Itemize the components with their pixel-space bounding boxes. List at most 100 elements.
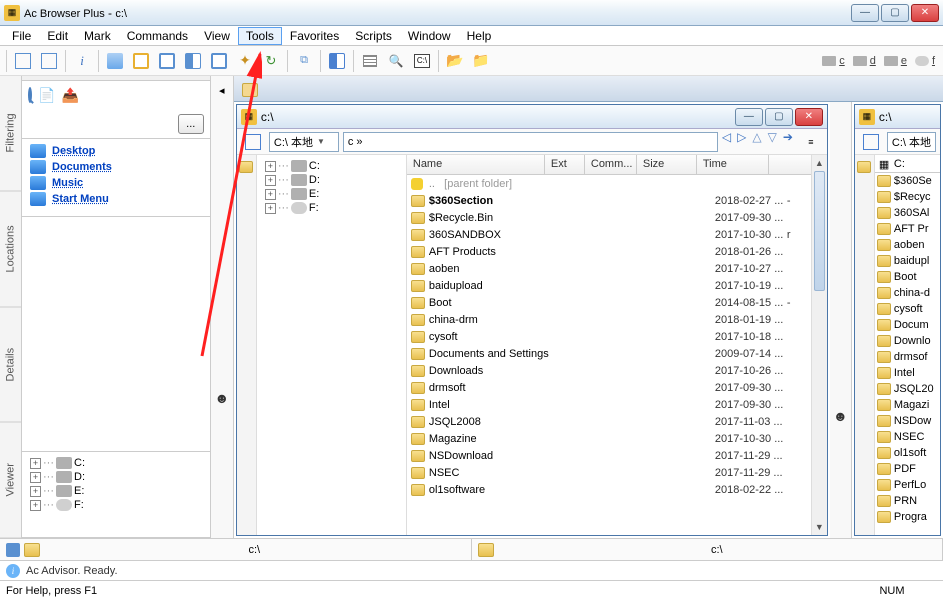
tool-info-icon[interactable]: i xyxy=(70,49,94,73)
file-row[interactable]: baidupload2017-10-19 ... xyxy=(407,277,811,294)
file-row[interactable]: Documents and Settings2009-07-14 ... xyxy=(407,345,811,362)
tool-layout-3[interactable] xyxy=(155,49,179,73)
menu-commands[interactable]: Commands xyxy=(119,27,196,45)
tool-split-icon[interactable]: ⧉ xyxy=(292,49,316,73)
gutter-right-face-icon[interactable]: ☻ xyxy=(830,406,850,426)
menu-mark[interactable]: Mark xyxy=(76,27,119,45)
file-row[interactable]: PerfLo xyxy=(875,477,940,493)
gutter-collapse-icon[interactable]: ◂ xyxy=(212,80,232,100)
gutter-face-icon[interactable]: ☻ xyxy=(212,388,232,408)
file-row[interactable]: $360Section2018-02-27 ...- xyxy=(407,192,811,209)
file-row[interactable]: china-drm2018-01-19 ... xyxy=(407,311,811,328)
expand-icon[interactable]: + xyxy=(30,500,41,511)
file-row[interactable]: Boot xyxy=(875,269,940,285)
expand-icon[interactable]: + xyxy=(265,161,276,172)
tool-wand-icon[interactable]: ✦ xyxy=(233,49,257,73)
file-row[interactable]: Magazine2017-10-30 ... xyxy=(407,430,811,447)
tool-inspect-icon[interactable]: 🔍 xyxy=(384,49,408,73)
path-combo[interactable]: c » xyxy=(343,132,718,152)
child-minimize-button[interactable]: — xyxy=(735,108,763,126)
menu-favorites[interactable]: Favorites xyxy=(282,27,347,45)
tree-drive-e[interactable]: +···E: xyxy=(26,484,206,498)
refresh-icon[interactable]: 📄 xyxy=(38,87,55,104)
drive-chip-e[interactable]: e xyxy=(884,55,907,67)
tree-drive-f[interactable]: +···F: xyxy=(261,201,402,215)
col-size[interactable]: Size xyxy=(637,155,697,174)
file-row[interactable]: AFT Products2018-01-26 ... xyxy=(407,243,811,260)
file-row[interactable]: drmsof xyxy=(875,349,940,365)
file-row[interactable]: PDF xyxy=(875,461,940,477)
view-mode-icon[interactable] xyxy=(241,130,265,154)
nav-up-icon[interactable]: △ xyxy=(752,130,761,154)
menu-help[interactable]: Help xyxy=(459,27,500,45)
side-tab-details[interactable]: Details xyxy=(0,307,21,423)
tool-layout-5[interactable] xyxy=(207,49,231,73)
file-row[interactable]: ol1software2018-02-22 ... xyxy=(407,481,811,498)
tool-folder-gear-icon[interactable]: 📁 xyxy=(469,49,493,73)
file-row[interactable]: $Recyc xyxy=(875,189,940,205)
location-documents[interactable]: Documents xyxy=(26,159,206,175)
tool-panels-icon[interactable] xyxy=(325,49,349,73)
view-mode-icon-right[interactable] xyxy=(859,130,883,154)
nav-go-icon[interactable]: ➔ xyxy=(783,130,793,154)
export-icon[interactable]: 📤 xyxy=(61,87,78,104)
expand-icon[interactable]: + xyxy=(30,472,41,483)
tree-drive-f[interactable]: +···F: xyxy=(26,498,206,512)
file-row[interactable]: NSEC2017-11-29 ... xyxy=(407,464,811,481)
tree-drive-c[interactable]: +···C: xyxy=(26,456,206,470)
side-tab-filtering[interactable]: Filtering xyxy=(0,76,21,192)
scrollbar-vertical[interactable]: ▲ ▼ xyxy=(811,155,827,535)
tree-drive-e[interactable]: +···E: xyxy=(261,187,402,201)
location-desktop[interactable]: Desktop xyxy=(26,143,206,159)
col-comm[interactable]: Comm... xyxy=(585,155,637,174)
file-row[interactable]: Boot2014-08-15 ...- xyxy=(407,294,811,311)
scroll-down-icon[interactable]: ▼ xyxy=(812,519,827,535)
file-row[interactable]: cysoft2017-10-18 ... xyxy=(407,328,811,345)
col-time[interactable]: Time xyxy=(697,155,769,174)
file-row[interactable]: cysoft xyxy=(875,301,940,317)
file-row[interactable]: JSQL20082017-11-03 ... xyxy=(407,413,811,430)
file-row[interactable]: NSEC xyxy=(875,429,940,445)
tool-layout-4[interactable] xyxy=(181,49,205,73)
tree-drive-d[interactable]: +···D: xyxy=(261,173,402,187)
expand-icon[interactable]: + xyxy=(265,189,276,200)
drive-chip-c[interactable]: c xyxy=(822,55,845,67)
file-row[interactable]: JSQL20 xyxy=(875,381,940,397)
tool-grid-2[interactable] xyxy=(37,49,61,73)
maximize-button[interactable]: ▢ xyxy=(881,4,909,22)
tool-layout-2[interactable] xyxy=(129,49,153,73)
drive-chip-f[interactable]: f xyxy=(915,55,935,67)
file-row[interactable]: 360SAl xyxy=(875,205,940,221)
expand-icon[interactable]: + xyxy=(265,175,276,186)
nav-down-icon[interactable]: ▽ xyxy=(768,130,777,154)
drive-chip-d[interactable]: d xyxy=(853,55,876,67)
folder-strip-icon-right[interactable] xyxy=(857,161,871,173)
tool-list-icon[interactable] xyxy=(358,49,382,73)
scroll-thumb[interactable] xyxy=(814,171,825,291)
expand-icon[interactable]: + xyxy=(30,458,41,469)
search-icon[interactable] xyxy=(28,89,32,101)
menu-tools[interactable]: Tools xyxy=(238,27,282,45)
file-row[interactable]: Docum xyxy=(875,317,940,333)
file-row[interactable]: ol1soft xyxy=(875,445,940,461)
location-start-menu[interactable]: Start Menu xyxy=(26,191,206,207)
file-row[interactable]: Progra xyxy=(875,509,940,525)
file-row[interactable]: NSDownload2017-11-29 ... xyxy=(407,447,811,464)
tool-folder-open-icon[interactable]: 📂 xyxy=(443,49,467,73)
side-tab-locations[interactable]: Locations xyxy=(0,192,21,308)
tab-folder-icon[interactable] xyxy=(242,83,258,97)
drive-combo[interactable]: C:\ 本地▼ xyxy=(269,132,339,152)
folder-strip-icon[interactable] xyxy=(239,161,253,173)
file-row[interactable]: Downloads2017-10-26 ... xyxy=(407,362,811,379)
side-tab-viewer[interactable]: Viewer xyxy=(0,423,21,539)
file-row[interactable]: baidupl xyxy=(875,253,940,269)
child-maximize-button[interactable]: ▢ xyxy=(765,108,793,126)
menu-edit[interactable]: Edit xyxy=(39,27,76,45)
file-row[interactable]: Downlo xyxy=(875,333,940,349)
file-row[interactable]: 360SANDBOX2017-10-30 ...r xyxy=(407,226,811,243)
tool-cmd-icon[interactable]: C:\ xyxy=(410,49,434,73)
file-row[interactable]: $Recycle.Bin2017-09-30 ... xyxy=(407,209,811,226)
col-ext[interactable]: Ext xyxy=(545,155,585,174)
tool-refresh-icon[interactable]: ↻ xyxy=(259,49,283,73)
nav-forward-icon[interactable]: ▷ xyxy=(737,130,746,154)
